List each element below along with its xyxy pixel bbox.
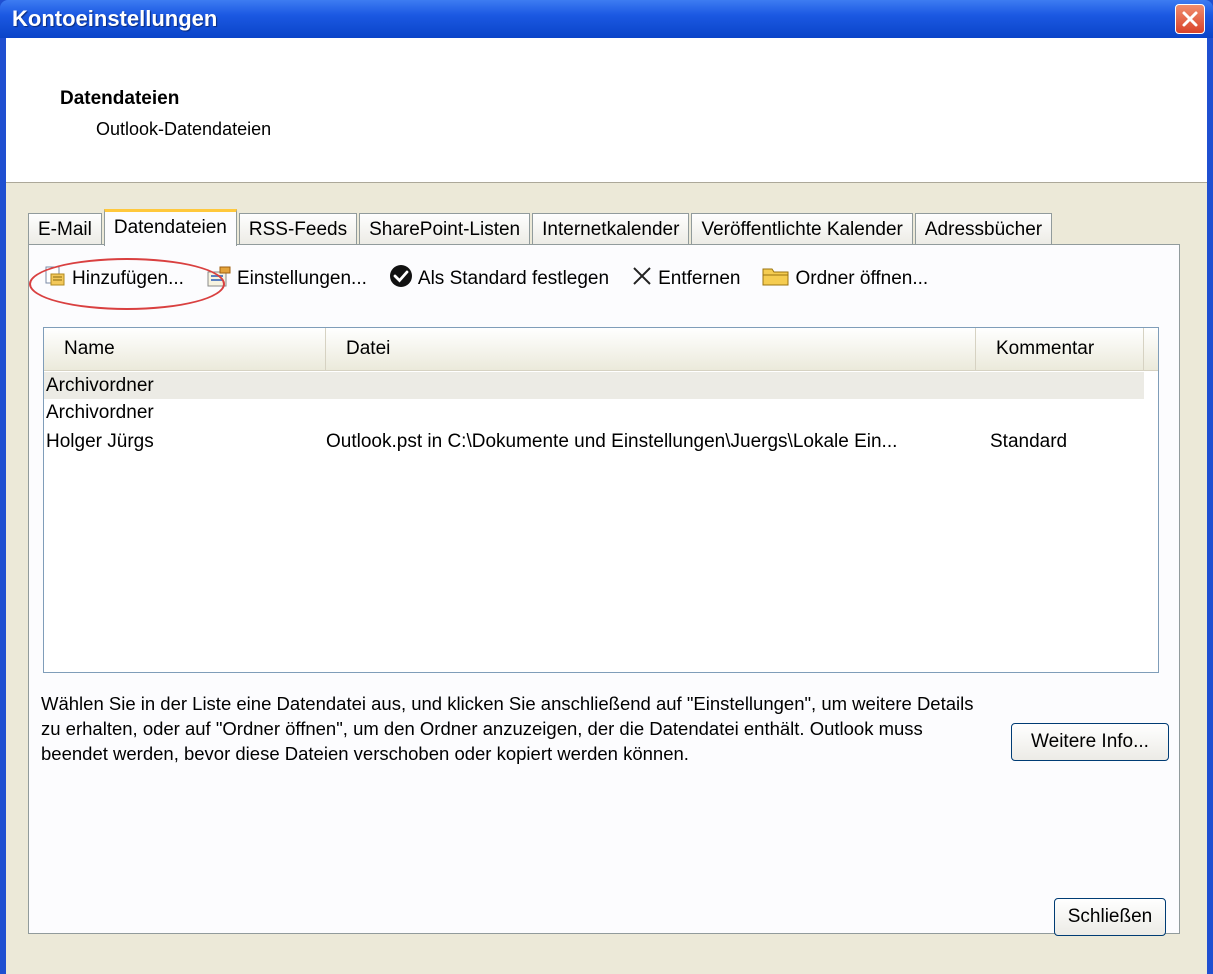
checkmark-circle-icon bbox=[389, 264, 413, 294]
dialog-client-area: Datendateien Outlook-Datendateien E-Mail… bbox=[6, 38, 1207, 974]
tab-email[interactable]: E-Mail bbox=[28, 213, 102, 245]
remove-button[interactable]: Entfernen bbox=[631, 265, 740, 293]
dialog-window: Kontoeinstellungen Datendateien Outlook-… bbox=[0, 0, 1213, 974]
tab-data-files[interactable]: Datendateien bbox=[103, 209, 237, 246]
tab-panel-data-files: Hinzufügen... Einstellungen... Als Stand… bbox=[28, 244, 1180, 934]
page-title: Datendateien bbox=[60, 88, 180, 109]
tab-sharepoint-lists[interactable]: SharePoint-Listen bbox=[359, 213, 531, 245]
toolbar: Hinzufügen... Einstellungen... Als Stand… bbox=[29, 258, 950, 310]
open-folder-button-label: Ordner öffnen... bbox=[795, 268, 929, 289]
row-name: Archivordner bbox=[46, 402, 154, 423]
header-panel: Datendateien Outlook-Datendateien bbox=[6, 38, 1207, 183]
settings-button-label: Einstellungen... bbox=[236, 268, 367, 289]
add-button-label: Hinzufügen... bbox=[72, 268, 184, 289]
tab-rss-feeds[interactable]: RSS-Feeds bbox=[238, 213, 358, 245]
remove-x-icon bbox=[631, 265, 653, 293]
settings-button[interactable]: Einstellungen... bbox=[206, 264, 367, 294]
tab-internet-calendars[interactable]: Internetkalender bbox=[532, 213, 690, 245]
column-header-name[interactable]: Name bbox=[44, 328, 326, 370]
add-data-file-icon bbox=[43, 264, 67, 294]
column-header-comment[interactable]: Kommentar bbox=[976, 328, 1144, 370]
tab-address-books[interactable]: Adressbücher bbox=[914, 213, 1053, 245]
table-row[interactable]: Archivordner bbox=[44, 399, 1144, 426]
row-name: Holger Jürgs bbox=[46, 431, 154, 452]
title-bar[interactable]: Kontoeinstellungen bbox=[0, 0, 1213, 38]
row-file: Outlook.pst in C:\Dokumente und Einstell… bbox=[326, 431, 898, 452]
window-title: Kontoeinstellungen bbox=[12, 6, 218, 31]
close-dialog-button[interactable]: Schließen bbox=[1054, 898, 1166, 936]
tab-strip: E-Mail Datendateien RSS-Feeds SharePoint… bbox=[28, 209, 1054, 246]
table-row[interactable]: Archivordner bbox=[44, 372, 1144, 399]
row-name: Archivordner bbox=[46, 375, 154, 396]
list-header: Name Datei Kommentar bbox=[44, 328, 1158, 371]
more-info-button[interactable]: Weitere Info... bbox=[1011, 723, 1169, 761]
close-window-button[interactable] bbox=[1175, 4, 1205, 34]
tab-published-calendars[interactable]: Veröffentlichte Kalender bbox=[691, 213, 913, 245]
set-default-button-label: Als Standard festlegen bbox=[417, 268, 610, 289]
table-row[interactable]: Holger Jürgs Outlook.pst in C:\Dokumente… bbox=[44, 428, 1144, 455]
settings-icon bbox=[206, 264, 232, 294]
add-button[interactable]: Hinzufügen... bbox=[29, 258, 225, 310]
remove-button-label: Entfernen bbox=[658, 268, 741, 289]
set-default-button[interactable]: Als Standard festlegen bbox=[389, 264, 609, 294]
folder-icon bbox=[762, 265, 790, 293]
page-subtitle: Outlook-Datendateien bbox=[96, 119, 272, 139]
row-comment: Standard bbox=[990, 431, 1068, 452]
open-folder-button[interactable]: Ordner öffnen... bbox=[762, 265, 928, 293]
data-files-list[interactable]: Name Datei Kommentar Archivordner Archiv… bbox=[43, 327, 1159, 673]
info-text: Wählen Sie in der Liste eine Datendatei … bbox=[41, 693, 974, 764]
column-header-file[interactable]: Datei bbox=[326, 328, 976, 370]
